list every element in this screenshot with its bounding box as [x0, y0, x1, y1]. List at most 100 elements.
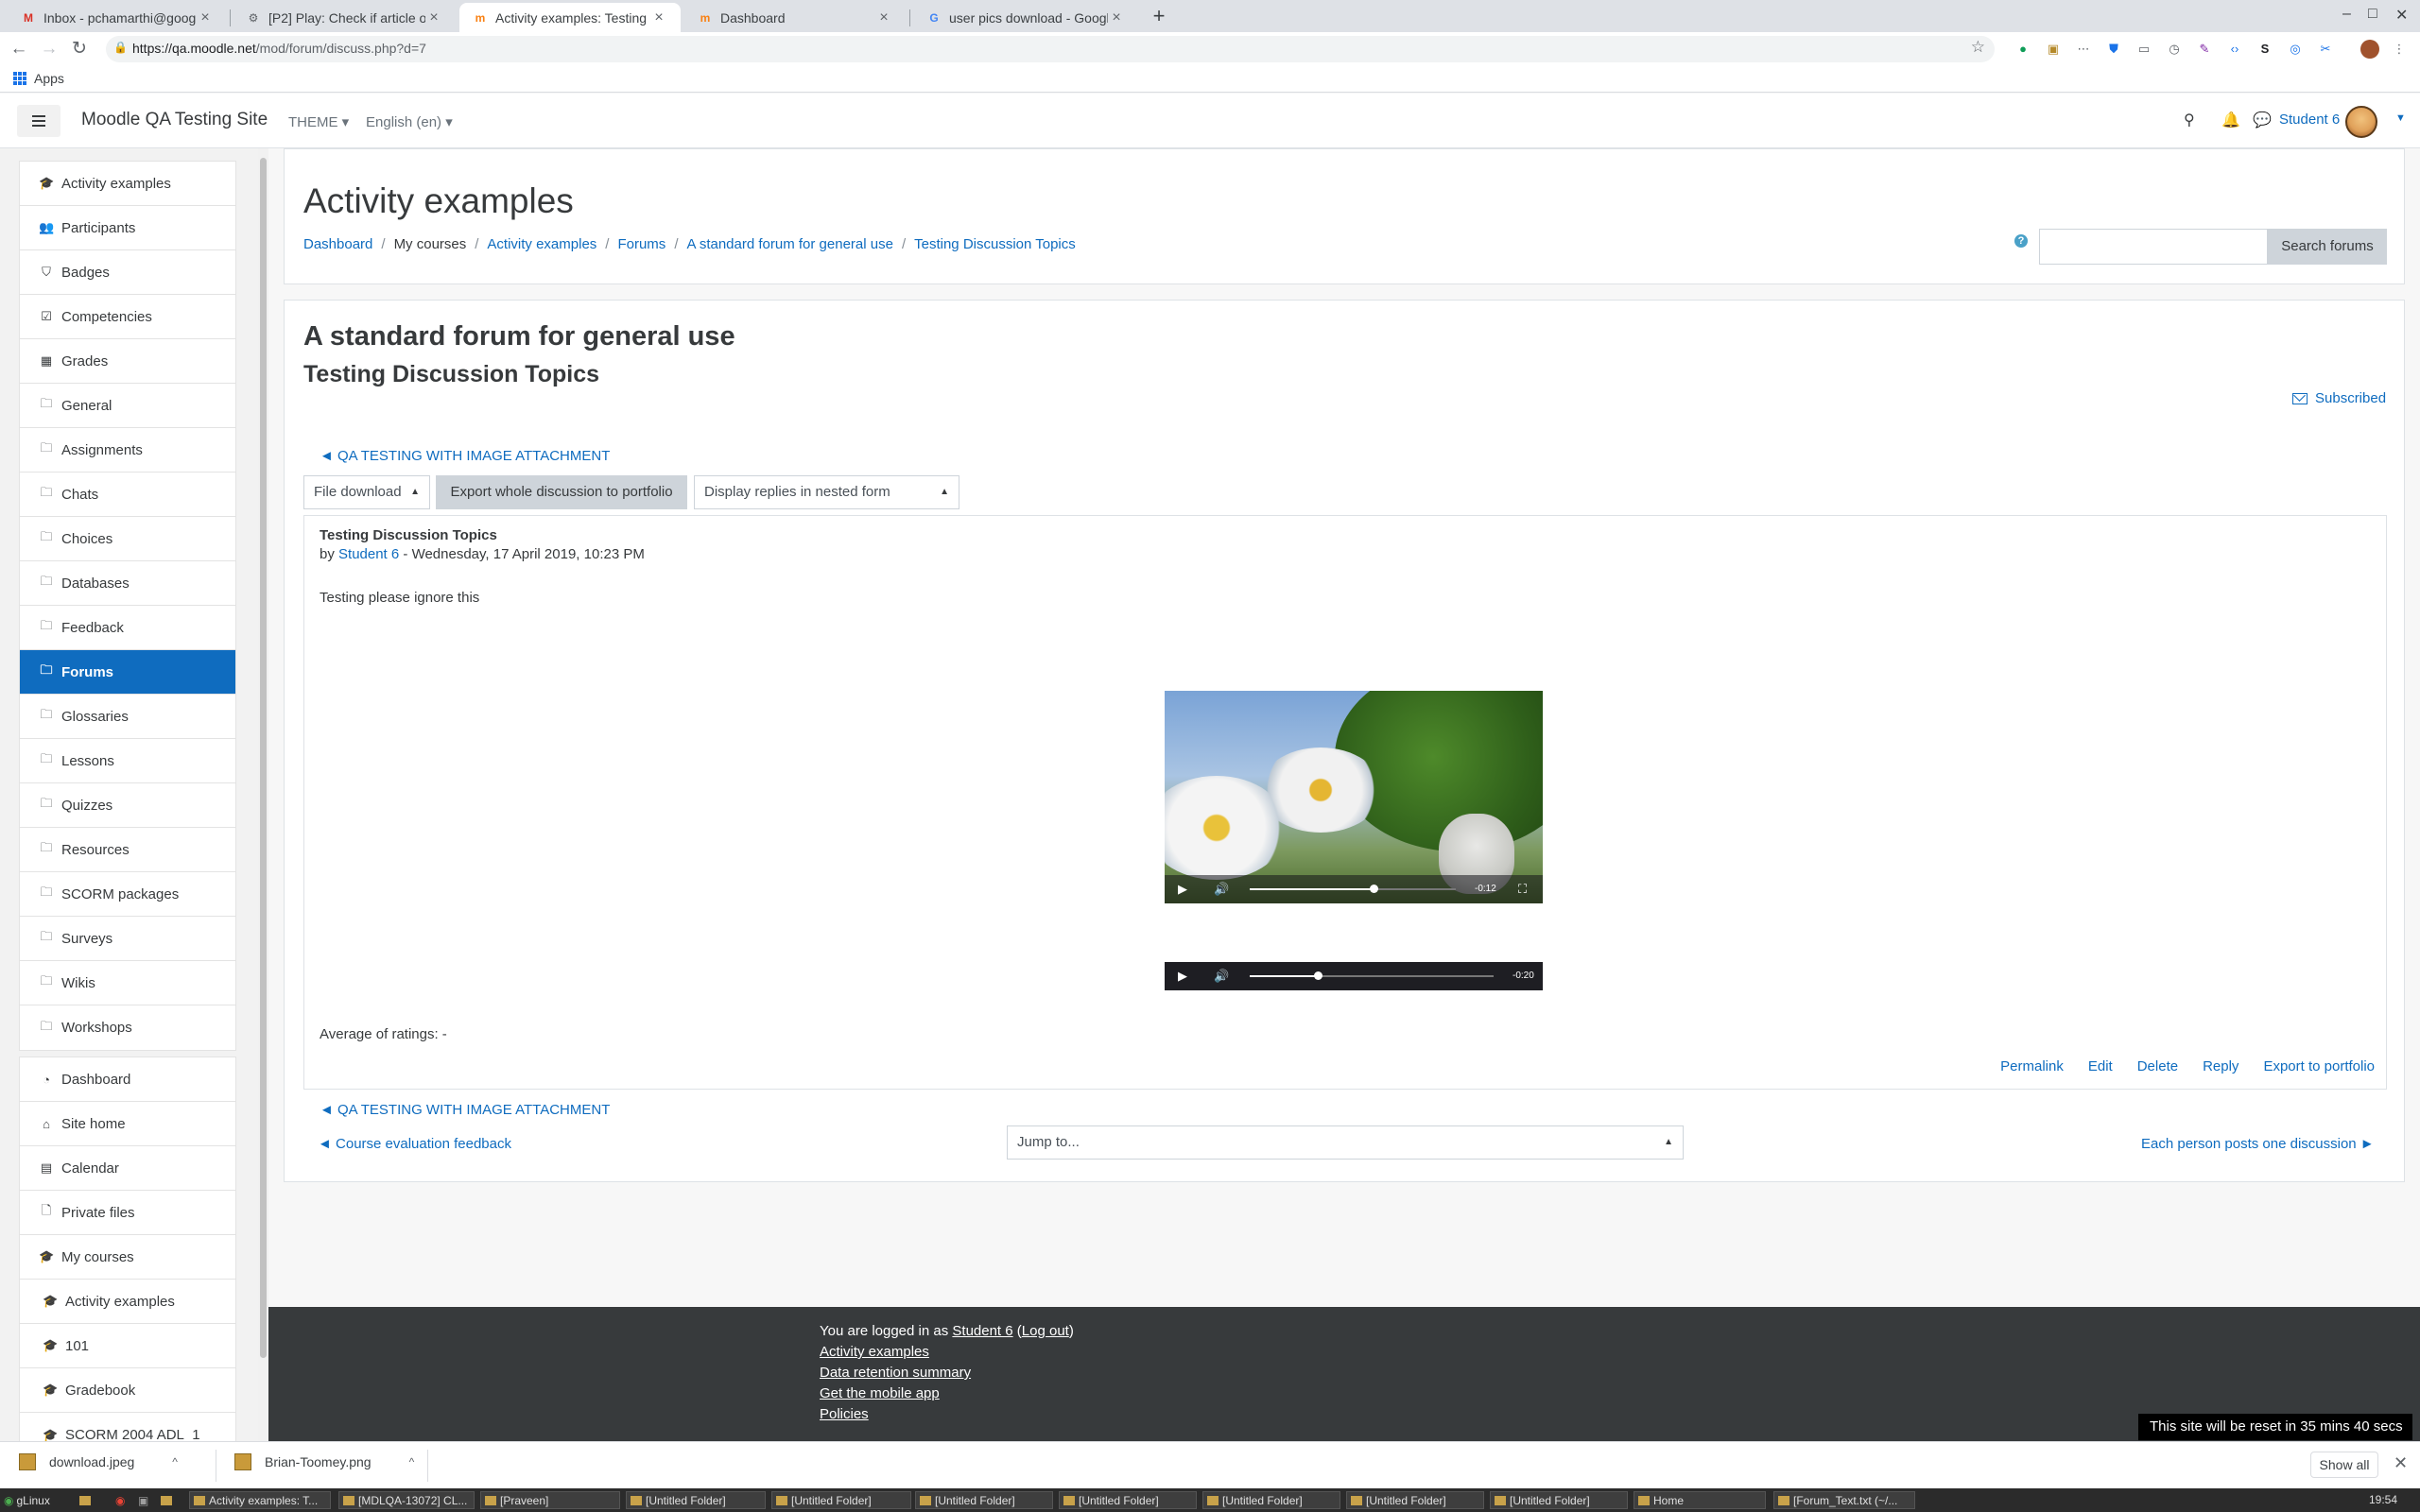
volume-icon[interactable]: 🔊: [1214, 969, 1229, 984]
folder-icon[interactable]: [161, 1491, 176, 1509]
close-icon[interactable]: ×: [1108, 9, 1125, 26]
sidebar-item-chats[interactable]: 🗀 Chats: [20, 472, 235, 517]
taskbar-window[interactable]: [Forum_Text.txt (~/...: [1773, 1491, 1915, 1509]
post-author-link[interactable]: Student 6: [338, 546, 399, 562]
taskbar-window[interactable]: Activity examples: T...: [189, 1491, 331, 1509]
taskbar-window[interactable]: [Untitled Folder]: [1059, 1491, 1197, 1509]
download-item[interactable]: Brian-Toomey.png ^: [234, 1453, 414, 1470]
logout-link[interactable]: Log out: [1022, 1323, 1069, 1339]
close-icon[interactable]: ✕: [2394, 1453, 2408, 1473]
prev-activity-link[interactable]: ◄ Course evaluation feedback: [318, 1136, 511, 1152]
sidebar-item-general[interactable]: 🗀 General: [20, 384, 235, 428]
sidebar-item-resources[interactable]: 🗀 Resources: [20, 828, 235, 872]
sidebar-item-feedback[interactable]: 🗀 Feedback: [20, 606, 235, 650]
minimize-icon[interactable]: –: [2342, 6, 2351, 23]
volume-icon[interactable]: 🔊: [1214, 882, 1229, 897]
browser-tab-p2[interactable]: ⚙ [P2] Play: Check if article op ×: [233, 3, 456, 32]
start-menu-button[interactable]: ◉ gLinux: [4, 1491, 50, 1509]
search-forums-button[interactable]: Search forums: [2268, 229, 2387, 265]
sidebar-item-workshops[interactable]: 🗀 Workshops: [20, 1005, 235, 1050]
sidebar-item-calendar[interactable]: ▤ Calendar: [20, 1146, 235, 1191]
breadcrumb-forum[interactable]: A standard forum for general use: [686, 236, 892, 252]
reply-link[interactable]: Reply: [2203, 1058, 2238, 1074]
browser-tab-dashboard[interactable]: m Dashboard ×: [684, 3, 906, 32]
extension-icon[interactable]: ⛊: [2106, 42, 2121, 57]
prev-discussion-link[interactable]: ◄ QA TESTING WITH IMAGE ATTACHMENT: [320, 448, 610, 464]
close-icon[interactable]: ×: [650, 9, 667, 26]
extension-icon[interactable]: ▣: [2046, 42, 2061, 57]
video-player[interactable]: ▶ 🔊 -0:12 ⛶: [1165, 691, 1543, 903]
profile-avatar[interactable]: [2360, 40, 2379, 59]
footer-link-data-retention[interactable]: Data retention summary: [820, 1365, 971, 1381]
chrome-icon[interactable]: ◉: [115, 1491, 130, 1509]
taskbar-window[interactable]: [Untitled Folder]: [1202, 1491, 1340, 1509]
apps-shortcut[interactable]: Apps: [13, 71, 64, 86]
extension-icon[interactable]: ‹›: [2227, 42, 2242, 57]
download-item[interactable]: download.jpeg ^: [19, 1453, 178, 1470]
back-icon[interactable]: ←: [8, 38, 30, 60]
chevron-up-icon[interactable]: ^: [409, 1455, 415, 1469]
audio-progress-handle[interactable]: [1314, 971, 1323, 980]
file-manager-icon[interactable]: [79, 1491, 95, 1509]
footer-link-mobile-app[interactable]: Get the mobile app: [820, 1385, 940, 1401]
extension-icon[interactable]: ✂: [2318, 42, 2333, 57]
breadcrumb-discussion[interactable]: Testing Discussion Topics: [914, 236, 1076, 252]
chevron-down-icon[interactable]: ▼: [2395, 112, 2406, 124]
extension-icon[interactable]: ✎: [2197, 42, 2212, 57]
sidebar-item-private-files[interactable]: 🗋 Private files: [20, 1191, 235, 1235]
search-forums-input[interactable]: [2039, 229, 2268, 265]
extension-icon[interactable]: ⋯: [2076, 42, 2091, 57]
taskbar-window[interactable]: [Untitled Folder]: [1490, 1491, 1628, 1509]
sidebar-item-choices[interactable]: 🗀 Choices: [20, 517, 235, 561]
file-download-select[interactable]: File download ▲: [303, 475, 430, 509]
audio-player[interactable]: ▶ 🔊 -0:20: [1165, 962, 1543, 990]
sidebar-item-badges[interactable]: ⛉ Badges: [20, 250, 235, 295]
reload-icon[interactable]: ↻: [68, 38, 91, 60]
site-name[interactable]: Moodle QA Testing Site: [81, 110, 268, 130]
close-icon[interactable]: ×: [425, 9, 442, 26]
taskbar-window[interactable]: [Untitled Folder]: [915, 1491, 1053, 1509]
sidebar-item-site-home[interactable]: ⌂ Site home: [20, 1102, 235, 1146]
forward-icon[interactable]: →: [38, 38, 60, 60]
edit-link[interactable]: Edit: [2088, 1058, 2113, 1074]
play-icon[interactable]: ▶: [1178, 882, 1187, 897]
extension-icon[interactable]: ◷: [2167, 42, 2182, 57]
video-progress-handle[interactable]: [1369, 885, 1378, 893]
breadcrumb-dashboard[interactable]: Dashboard: [303, 236, 372, 252]
browser-tab-activity-examples[interactable]: m Activity examples: Testing Di ×: [459, 3, 681, 32]
bookmark-star-icon[interactable]: ☆: [1971, 38, 1985, 57]
close-icon[interactable]: ×: [197, 9, 214, 26]
taskbar-window[interactable]: [Untitled Folder]: [626, 1491, 766, 1509]
next-activity-link[interactable]: Each person posts one discussion ►: [2141, 1136, 2375, 1152]
sidebar-item-participants[interactable]: 👥 Participants: [20, 206, 235, 250]
permalink-link[interactable]: Permalink: [2000, 1058, 2064, 1074]
breadcrumb-forums[interactable]: Forums: [617, 236, 666, 252]
extension-icon[interactable]: ▭: [2136, 42, 2152, 57]
maximize-icon[interactable]: □: [2368, 6, 2377, 23]
window-close-icon[interactable]: ✕: [2395, 6, 2408, 25]
sidebar-item-gradebook[interactable]: 🎓 Gradebook: [20, 1368, 235, 1413]
show-all-downloads-button[interactable]: Show all: [2310, 1452, 2378, 1478]
sidebar-item-databases[interactable]: 🗀 Databases: [20, 561, 235, 606]
jump-to-select[interactable]: Jump to... ▲: [1007, 1125, 1684, 1160]
extension-icon[interactable]: S: [2257, 42, 2273, 57]
notifications-icon[interactable]: 🔔: [2221, 111, 2240, 129]
taskbar-window[interactable]: [Untitled Folder]: [771, 1491, 911, 1509]
messages-icon[interactable]: 💬: [2253, 111, 2272, 129]
chrome-menu-icon[interactable]: ⋮: [2392, 42, 2407, 57]
sidebar-item-assignments[interactable]: 🗀 Assignments: [20, 428, 235, 472]
terminal-icon[interactable]: ▣: [138, 1491, 153, 1509]
export-discussion-button[interactable]: Export whole discussion to portfolio: [436, 475, 687, 509]
footer-user-link[interactable]: Student 6: [952, 1323, 1012, 1339]
taskbar-window[interactable]: Home: [1634, 1491, 1766, 1509]
sidebar-item-my-courses[interactable]: 🎓 My courses: [20, 1235, 235, 1280]
sidebar-item-wikis[interactable]: 🗀 Wikis: [20, 961, 235, 1005]
sidebar-item-surveys[interactable]: 🗀 Surveys: [20, 917, 235, 961]
sidebar-item-lessons[interactable]: 🗀 Lessons: [20, 739, 235, 783]
language-menu[interactable]: English (en) ▾: [366, 113, 453, 130]
new-tab-button[interactable]: +: [1146, 4, 1172, 28]
sidebar-item-activity-examples[interactable]: 🎓 Activity examples: [20, 1280, 235, 1324]
sidebar-item-101[interactable]: 🎓 101: [20, 1324, 235, 1368]
footer-link-policies[interactable]: Policies: [820, 1406, 869, 1422]
address-bar[interactable]: 🔒 https://qa.moodle.net/mod/forum/discus…: [106, 36, 1995, 62]
